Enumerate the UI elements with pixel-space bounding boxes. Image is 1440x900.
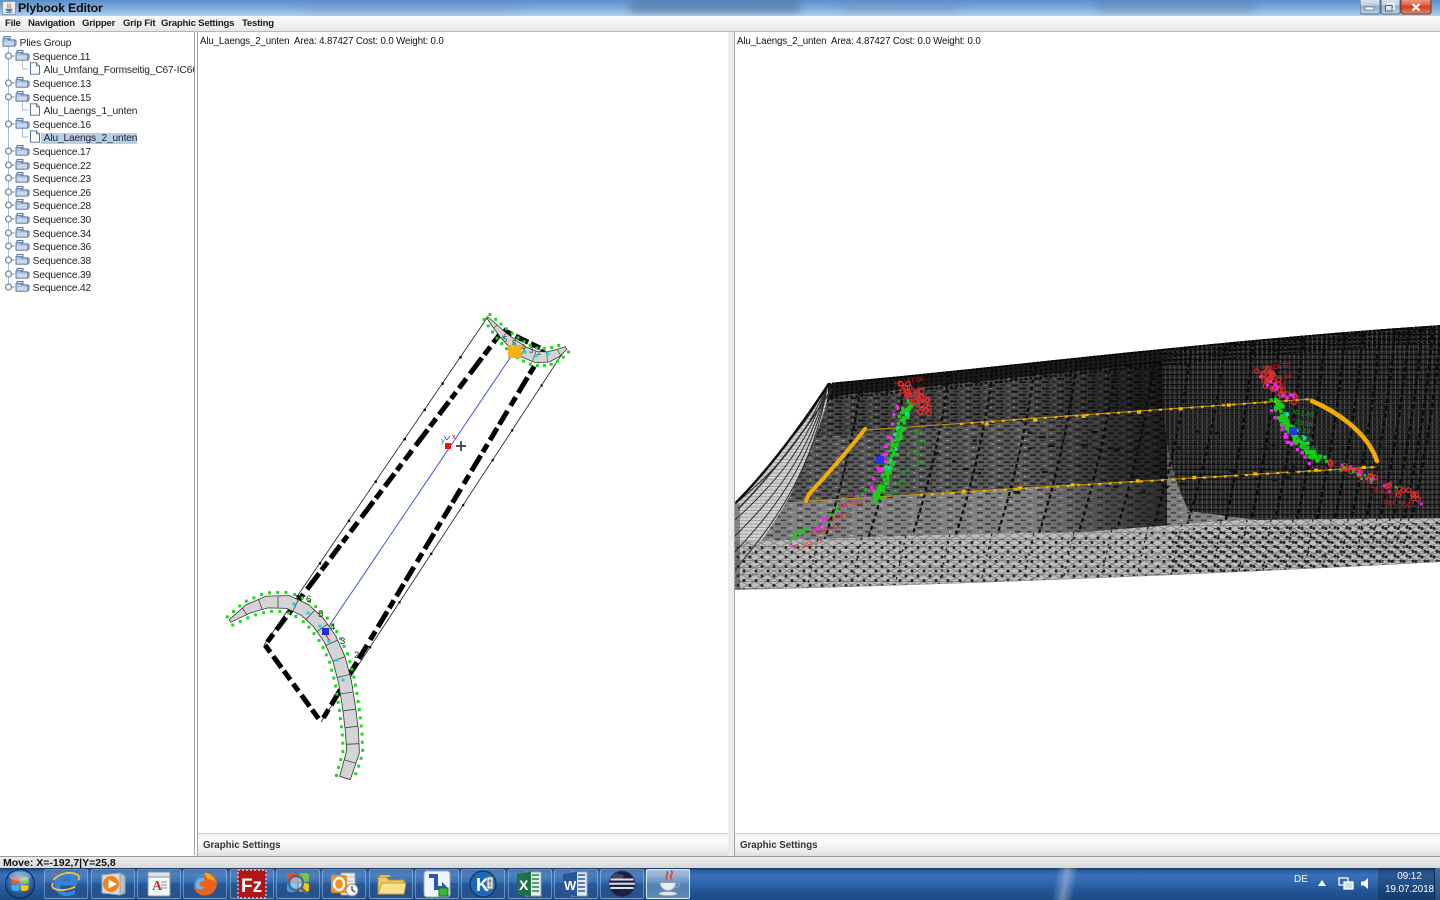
svg-text:W: W	[564, 878, 577, 893]
svg-text:y: y	[441, 436, 445, 445]
svg-text:2: 2	[537, 348, 542, 357]
svg-text:6: 6	[306, 594, 311, 605]
svg-text:4: 4	[330, 622, 335, 633]
svg-text:5: 5	[318, 609, 323, 620]
svg-text:X: X	[519, 877, 529, 893]
svg-text:5: 5	[503, 335, 508, 344]
svg-text:Fz: Fz	[241, 876, 262, 897]
svg-text:4: 4	[521, 343, 526, 352]
svg-text:3: 3	[340, 636, 345, 647]
svg-text:x: x	[452, 432, 456, 441]
svg-text:2: 2	[354, 650, 359, 661]
svg-text:3: 3	[529, 346, 534, 355]
svg-text:A: A	[152, 879, 163, 894]
